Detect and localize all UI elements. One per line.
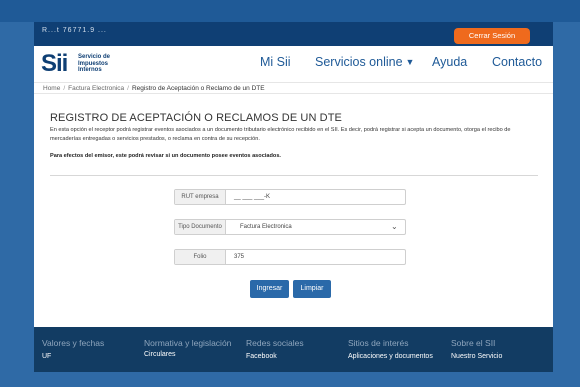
- nav-servicios-online[interactable]: Servicios online ▼: [315, 55, 414, 69]
- chevron-down-icon[interactable]: ⌄: [391, 223, 399, 231]
- footer-link[interactable]: Facebook: [246, 353, 336, 361]
- footer-column-redes: Redes sociales Facebook: [246, 339, 336, 361]
- nav-mi-sii[interactable]: Mi Sii: [260, 55, 291, 69]
- breadcrumb-home[interactable]: Home: [43, 85, 60, 92]
- caret-down-icon: ▼: [405, 57, 415, 67]
- breadcrumb: Home / Factura Electronica / Registro de Ace…: [43, 85, 265, 92]
- top-bar: R...t 76771.9 ... Cerrar Sesión: [34, 22, 553, 46]
- breadcrumb-current: Registro de Aceptación o Reclamo de un D…: [131, 85, 265, 92]
- footer-heading: Normativa y legislación: [144, 338, 232, 348]
- footer-link[interactable]: Circulares: [144, 351, 234, 359]
- sii-logo-text: Sii: [41, 50, 68, 77]
- nav-contacto[interactable]: Contacto: [492, 55, 542, 69]
- footer-link[interactable]: Nuestro Servicio: [451, 353, 541, 361]
- nav-ayuda[interactable]: Ayuda: [432, 55, 467, 69]
- folio-label: Folio: [175, 250, 226, 264]
- footer-heading: Sobre el SII: [451, 338, 496, 348]
- breadcrumb-bar: Home / Factura Electronica / Registro de Ace…: [34, 82, 553, 94]
- footer-column-normativa: Normativa y legislación Circulares: [144, 339, 234, 359]
- folio-field[interactable]: Folio 375: [174, 249, 406, 265]
- breadcrumb-section[interactable]: Factura Electronica: [68, 85, 124, 92]
- window-frame-bottom: [0, 372, 580, 387]
- footer-link[interactable]: Aplicaciones y documentos: [348, 353, 438, 361]
- footer-column-sobre: Sobre el SII Nuestro Servicio: [451, 339, 541, 361]
- footer-column-sitios: Sitios de interés Aplicaciones y documen…: [348, 339, 438, 361]
- footer-link[interactable]: UF: [42, 353, 132, 361]
- sii-page: R...t 76771.9 ... Cerrar Sesión Sii Serv…: [34, 22, 553, 372]
- sii-logo-caption: Servicio de Impuestos Internos: [78, 54, 110, 74]
- site-footer: Valores y fechas UF Normativa y legislac…: [34, 327, 553, 372]
- tipo-documento-select[interactable]: Tipo Documento Factura Electronica ⌄: [174, 219, 406, 235]
- footer-heading: Valores y fechas: [42, 338, 105, 348]
- rut-empresa-value[interactable]: __ ___ ___-K: [234, 190, 270, 204]
- logo-line-1: Servicio de: [78, 54, 111, 60]
- footer-heading: Sitios de interés: [348, 338, 409, 348]
- nav-servicios-label: Servicios online: [315, 55, 403, 69]
- site-header: Sii Servicio de Impuestos Internos Mi Si…: [34, 46, 553, 82]
- tipo-documento-label: Tipo Documento: [175, 220, 226, 234]
- window-frame-top: [0, 0, 580, 22]
- user-rut-text: R...t 76771.9 ...: [42, 27, 107, 34]
- limpiar-button[interactable]: Limpiar: [293, 280, 331, 298]
- footer-column-valores: Valores y fechas UF: [42, 339, 132, 361]
- rut-empresa-label: RUT empresa: [175, 190, 226, 204]
- breadcrumb-separator: /: [127, 85, 129, 92]
- window-frame-right: [553, 22, 580, 372]
- page-note: Para efectos del emisor, este podrá revi…: [50, 153, 281, 159]
- folio-value[interactable]: 375: [234, 250, 244, 264]
- page-title: REGISTRO DE ACEPTACIÓN O RECLAMOS DE UN …: [50, 112, 342, 124]
- page-description: En esta opción el receptor podrá registr…: [50, 127, 511, 142]
- logout-button[interactable]: Cerrar Sesión: [454, 28, 530, 44]
- tipo-documento-value[interactable]: Factura Electronica: [240, 220, 292, 234]
- footer-heading: Redes sociales: [246, 338, 304, 348]
- logo-line-3: Internos: [78, 67, 102, 73]
- divider: [50, 175, 538, 176]
- ingresar-button[interactable]: Ingresar: [250, 280, 289, 298]
- rut-empresa-field[interactable]: RUT empresa __ ___ ___-K: [174, 189, 406, 205]
- sii-logo-mark[interactable]: Sii: [41, 50, 68, 77]
- breadcrumb-separator: /: [63, 85, 66, 92]
